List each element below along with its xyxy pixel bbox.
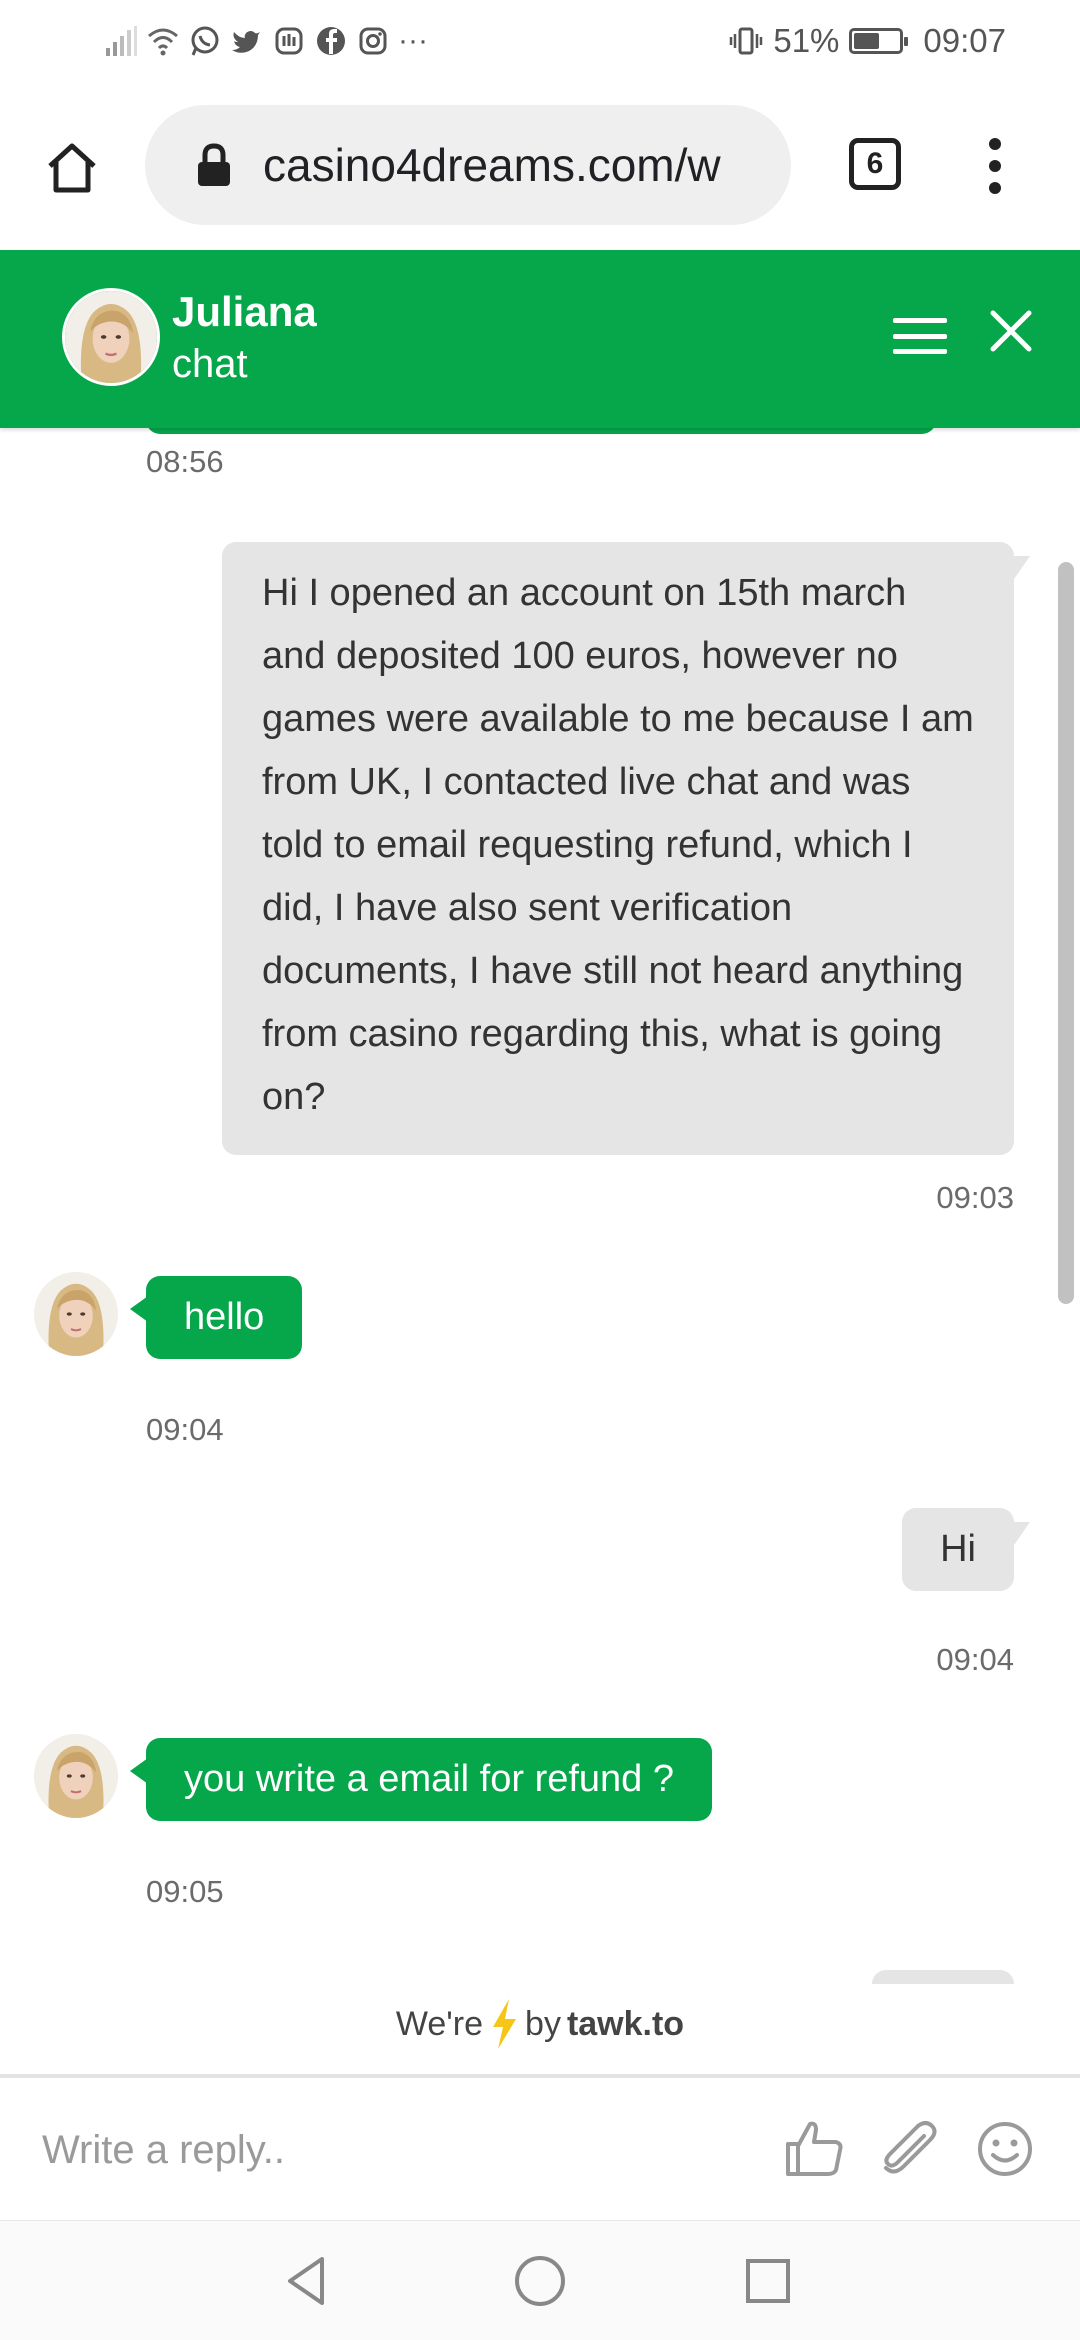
battery-icon xyxy=(849,28,909,54)
paperclip-icon xyxy=(884,2121,937,2174)
more-notifications: ··· xyxy=(398,24,428,57)
home-icon xyxy=(48,143,96,193)
url-text[interactable]: casino4dreams.com/w xyxy=(263,138,721,192)
smiley-icon xyxy=(978,2122,1032,2176)
message-time: 09:04 xyxy=(936,1642,1014,1677)
agent-avatar xyxy=(34,1734,118,1818)
chat-transcript[interactable]: 08:56 Hi I opened an account on 15th mar… xyxy=(0,428,1080,1984)
vibrate-icon xyxy=(729,24,763,58)
menu-dot xyxy=(989,182,1001,194)
recents-button[interactable] xyxy=(738,2251,798,2311)
hamburger-line xyxy=(893,349,947,354)
menu-dot xyxy=(989,160,1001,172)
status-icons: ··· xyxy=(104,16,428,66)
message-text: Hi xyxy=(940,1528,976,1570)
chat-scrollbar[interactable] xyxy=(1058,562,1074,1304)
message-time: 09:03 xyxy=(936,1180,1014,1215)
app-hand-icon xyxy=(272,24,306,58)
message-text: Hi I opened an account on 15th march and… xyxy=(262,572,974,1118)
wifi-icon xyxy=(146,24,180,58)
system-nav-bar xyxy=(0,2220,1080,2340)
signal-icon xyxy=(104,24,138,58)
reply-input[interactable] xyxy=(42,2120,742,2180)
visitor-message-bubble-partial xyxy=(872,1970,1014,1984)
twitter-icon xyxy=(230,24,264,58)
chat-header: Juliana chat xyxy=(0,250,1080,428)
powered-prefix: We're xyxy=(395,2004,484,2043)
home-nav-button[interactable] xyxy=(510,2251,570,2311)
menu-dot xyxy=(989,138,1001,150)
browser-toolbar: casino4dreams.com/w 6 xyxy=(0,82,1080,250)
hamburger-line xyxy=(893,318,947,323)
clock: 09:07 xyxy=(923,22,1006,59)
hamburger-line xyxy=(893,333,947,339)
chat-menu-button[interactable] xyxy=(893,312,947,360)
thumbs-up-icon xyxy=(786,2121,843,2176)
agent-message-bubble: you write a email for refund ? xyxy=(129,1738,713,1821)
message-time: 09:05 xyxy=(146,1874,224,1909)
lock-icon xyxy=(195,142,233,188)
emoji-button[interactable] xyxy=(972,2116,1038,2182)
home-button[interactable] xyxy=(36,132,108,204)
agent-name: Juliana xyxy=(172,288,317,335)
back-button[interactable] xyxy=(278,2251,338,2311)
close-chat-button[interactable] xyxy=(988,308,1034,354)
visitor-message-bubble: Hi xyxy=(902,1508,1030,1591)
status-right: 51% 09:07 xyxy=(729,16,1006,66)
tawk-brand-link[interactable]: tawk.to xyxy=(567,2005,684,2044)
agent-avatar xyxy=(34,1272,118,1356)
visitor-message-bubble: Hi I opened an account on 15th march and… xyxy=(222,542,1030,1155)
agent-avatar xyxy=(62,288,160,386)
instagram-icon xyxy=(356,24,390,58)
agent-message-bubble: hello xyxy=(129,1276,303,1359)
message-text: you write a email for refund ? xyxy=(184,1758,675,1800)
home-circle-icon xyxy=(515,2256,565,2306)
attach-file-button[interactable] xyxy=(876,2116,942,2182)
whatsapp-icon xyxy=(188,24,222,58)
recents-square-icon xyxy=(746,2259,790,2303)
reply-bar xyxy=(0,2078,1080,2220)
agent-message-bubble-partial xyxy=(146,428,936,434)
rate-chat-button[interactable] xyxy=(782,2116,848,2182)
message-time: 09:04 xyxy=(146,1412,224,1447)
lightning-icon xyxy=(489,1997,519,2051)
facebook-icon xyxy=(314,24,348,58)
message-text: hello xyxy=(184,1296,265,1338)
powered-by-text: by xyxy=(525,2004,561,2043)
tab-switcher-button[interactable]: 6 xyxy=(849,138,901,190)
browser-menu-button[interactable] xyxy=(975,134,1015,198)
chat-subtitle: chat xyxy=(172,342,248,386)
address-bar[interactable]: casino4dreams.com/w xyxy=(145,105,791,225)
powered-by-footer[interactable]: We're by tawk.to xyxy=(0,1984,1080,2064)
battery-percent: 51% xyxy=(773,22,840,59)
close-icon xyxy=(990,310,1032,352)
back-triangle-icon xyxy=(288,2257,324,2305)
status-bar: ··· 51% 09:07 xyxy=(0,0,1080,82)
message-time: 08:56 xyxy=(146,444,224,479)
